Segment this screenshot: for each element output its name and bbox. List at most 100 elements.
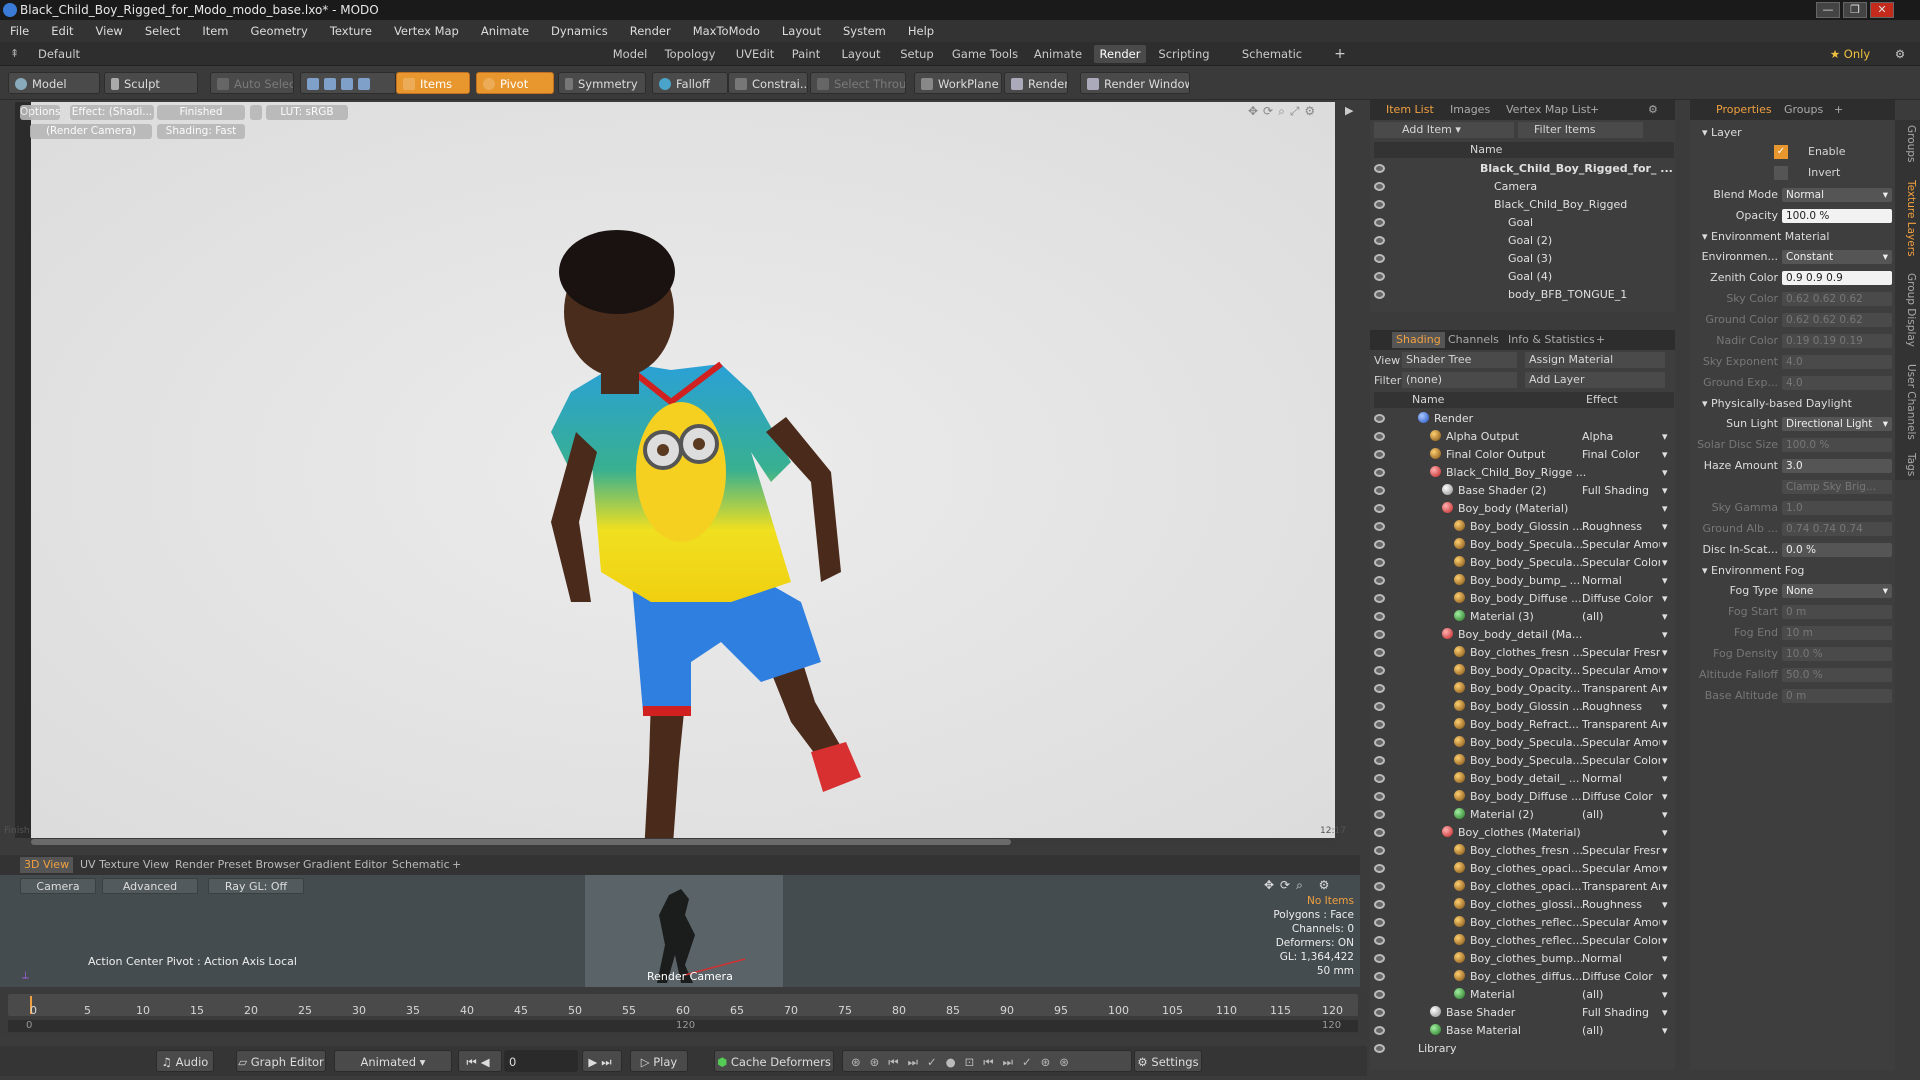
visibility-eye-icon[interactable] <box>1374 954 1385 963</box>
shader-effect[interactable]: Specular Amount <box>1582 860 1660 878</box>
visibility-eye-icon[interactable] <box>1374 504 1385 513</box>
visibility-eye-icon[interactable] <box>1374 918 1385 927</box>
visibility-eye-icon[interactable] <box>1374 990 1385 999</box>
visibility-eye-icon[interactable] <box>1374 218 1385 227</box>
effect-dropdown-icon[interactable]: ▾ <box>1662 644 1668 662</box>
tab-scripting[interactable]: Scripting <box>1154 45 1214 63</box>
scrollbar-thumb[interactable] <box>31 839 1011 845</box>
shader-effect[interactable]: Diffuse Color <box>1582 788 1660 806</box>
visibility-eye-icon[interactable] <box>1374 414 1385 423</box>
layer-section[interactable]: ▾ Layer <box>1702 124 1742 141</box>
shader-effect[interactable]: Roughness <box>1582 518 1660 536</box>
visibility-eye-icon[interactable] <box>1374 164 1385 173</box>
shader-row[interactable]: Boy_clothes_fresn ...Specular Fresnel▾ <box>1370 842 1670 860</box>
shader-effect[interactable]: Specular Color <box>1582 752 1660 770</box>
tab-paint[interactable]: Paint <box>786 45 826 63</box>
effect-dropdown-icon[interactable]: ▾ <box>1662 860 1668 878</box>
shader-row[interactable]: Base Material (all) ▾ <box>1370 1022 1670 1040</box>
visibility-eye-icon[interactable] <box>1374 486 1385 495</box>
effect-dropdown-icon[interactable]: ▾ <box>1662 914 1668 932</box>
item-row[interactable]: Black_Child_Boy_Rigged_for_ ... <box>1370 160 1673 178</box>
shader-row[interactable]: Black_Child_Boy_Rigge ... ▾ <box>1370 464 1670 482</box>
menu-maxtomodo[interactable]: MaxToModo <box>693 24 760 38</box>
shader-row[interactable]: Boy_body_Specula...Specular Amount▾ <box>1370 734 1670 752</box>
shader-row[interactable]: Boy_body_detail (Ma... ▾ <box>1370 626 1670 644</box>
shader-row[interactable]: Material (all) ▾ <box>1370 986 1670 1004</box>
item-row[interactable]: Goal <box>1370 214 1670 232</box>
shader-row[interactable]: Boy_clothes (Material) ▾ <box>1370 824 1670 842</box>
effect-dropdown-icon[interactable]: ▾ <box>1662 950 1668 968</box>
shader-row[interactable]: Boy_body_detail_ ... Normal ▾ <box>1370 770 1670 788</box>
effect-dropdown-icon[interactable]: ▾ <box>1662 428 1668 446</box>
tab-animate[interactable]: Animate <box>1030 45 1086 63</box>
render-preview[interactable] <box>31 102 1335 917</box>
shader-row[interactable]: Boy_body_Diffuse ... Diffuse Color ▾ <box>1370 788 1670 806</box>
visibility-eye-icon[interactable] <box>1374 594 1385 603</box>
menu-render[interactable]: Render <box>630 24 671 38</box>
effect-dropdown-icon[interactable]: ▾ <box>1662 806 1668 824</box>
shader-row[interactable]: Boy_body_bump_ ... Normal ▾ <box>1370 572 1670 590</box>
property-value[interactable]: 1.0 <box>1782 501 1892 515</box>
settings-button[interactable]: ⚙ Settings <box>1134 1050 1202 1072</box>
shader-row[interactable]: Boy_body (Material) ▾ <box>1370 500 1670 518</box>
shader-effect[interactable]: Normal <box>1582 770 1660 788</box>
symmetry-button[interactable]: Symmetry <box>558 72 646 94</box>
menu-view[interactable]: View <box>96 24 123 38</box>
effect-dropdown-icon[interactable]: ▾ <box>1662 446 1668 464</box>
visibility-eye-icon[interactable] <box>1374 702 1385 711</box>
side-tab-tags[interactable]: Tags <box>1897 450 1917 480</box>
shader-row[interactable]: Boy_clothes_diffus... Diffuse Color ▾ <box>1370 968 1670 986</box>
property-value[interactable]: 0.0 % <box>1782 543 1892 557</box>
tab-gradient-editor[interactable]: Gradient Editor <box>303 857 387 873</box>
menu-vertex-map[interactable]: Vertex Map <box>394 24 459 38</box>
menu-dynamics[interactable]: Dynamics <box>551 24 608 38</box>
shader-row[interactable]: Material (3) (all) ▾ <box>1370 608 1670 626</box>
shader-effect[interactable]: Transparent Am... <box>1582 716 1660 734</box>
minimize-button[interactable]: — <box>1816 2 1840 18</box>
shader-row[interactable]: Boy_body_Opacity...Specular Amount▾ <box>1370 662 1670 680</box>
visibility-eye-icon[interactable] <box>1374 290 1385 299</box>
visibility-eye-icon[interactable] <box>1374 648 1385 657</box>
effect-dropdown-icon[interactable]: ▾ <box>1662 716 1668 734</box>
effect-dropdown-icon[interactable]: ▾ <box>1662 698 1668 716</box>
effect-dropdown-icon[interactable]: ▾ <box>1662 896 1668 914</box>
effect-dropdown-icon[interactable]: ▾ <box>1662 932 1668 950</box>
advanced-button[interactable]: Advanced <box>102 878 198 894</box>
viewport-nav-icons[interactable]: ✥⟳⌕⤢⚙ <box>1248 104 1320 119</box>
viewport-scrollbar[interactable] <box>31 838 1335 846</box>
visibility-eye-icon[interactable] <box>1374 254 1385 263</box>
tab-properties[interactable]: Properties <box>1716 102 1772 118</box>
visibility-eye-icon[interactable] <box>1374 828 1385 837</box>
shader-effect[interactable]: Roughness <box>1582 698 1660 716</box>
shader-row[interactable]: Boy_body_Diffuse ... Diffuse Color ▾ <box>1370 590 1670 608</box>
filter-dropdown[interactable]: (none) <box>1402 372 1517 388</box>
blend-mode-dropdown[interactable]: Normal ▾ <box>1782 188 1892 202</box>
shader-row[interactable]: Base Shader (2) Full Shading ▾ <box>1370 482 1670 500</box>
layout-arrow-icon[interactable]: ⇞ <box>10 47 19 60</box>
edge-mode-icon[interactable] <box>324 78 336 90</box>
shader-effect[interactable]: Alpha <box>1582 428 1660 446</box>
render-button[interactable]: Render <box>1004 72 1068 94</box>
enable-checkbox[interactable]: ✓ <box>1774 145 1788 159</box>
view-dropdown[interactable]: Shader Tree <box>1402 352 1517 368</box>
shader-effect[interactable]: Normal <box>1582 572 1660 590</box>
expand-arrow-icon[interactable]: ▶ <box>1345 104 1353 117</box>
property-value[interactable]: 0.9 0.9 0.9 <box>1782 271 1892 285</box>
visibility-eye-icon[interactable] <box>1374 936 1385 945</box>
effect-dropdown-icon[interactable]: ▾ <box>1662 518 1668 536</box>
property-value[interactable]: 4.0 <box>1782 355 1892 369</box>
property-value[interactable]: None ▾ <box>1782 584 1892 598</box>
material-mode-icon[interactable] <box>358 78 370 90</box>
add-item-dropdown[interactable]: Add Item ▾ <box>1374 122 1514 138</box>
visibility-eye-icon[interactable] <box>1374 558 1385 567</box>
shader-row[interactable]: Material (2) (all) ▾ <box>1370 806 1670 824</box>
shader-row[interactable]: Boy_clothes_opaci...Specular Amount▾ <box>1370 860 1670 878</box>
side-tab-texture-layers[interactable]: Texture Layers <box>1897 176 1917 260</box>
visibility-eye-icon[interactable] <box>1374 720 1385 729</box>
shader-row[interactable]: Boy_body_Specula...Specular Amount▾ <box>1370 536 1670 554</box>
play-button[interactable]: ▷ Play <box>630 1050 688 1072</box>
menu-edit[interactable]: Edit <box>51 24 73 38</box>
render-window-button[interactable]: Render Window <box>1080 72 1190 94</box>
tab-channels[interactable]: Channels <box>1448 332 1499 348</box>
shader-effect[interactable]: Specular Fresnel <box>1582 644 1660 662</box>
